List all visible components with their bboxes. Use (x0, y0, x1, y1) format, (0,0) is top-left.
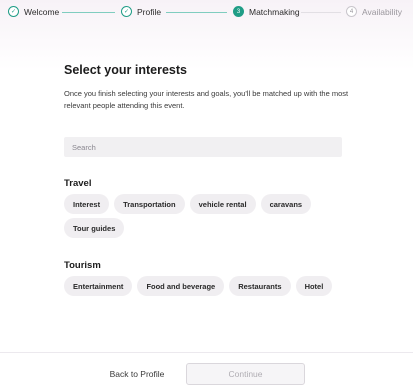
tag-chip[interactable]: Entertainment (64, 276, 133, 296)
continue-button[interactable]: Continue (186, 363, 305, 385)
step-connector (62, 12, 115, 13)
tourism-tags: Entertainment Food and beverage Restaura… (64, 276, 354, 296)
step-connector (166, 12, 227, 13)
tag-chip[interactable]: Restaurants (229, 276, 291, 296)
step-welcome[interactable]: ✓ Welcome (8, 6, 59, 17)
tag-chip[interactable]: Food and beverage (137, 276, 225, 296)
step-matchmaking[interactable]: 3 Matchmaking (233, 6, 300, 17)
check-icon: ✓ (121, 6, 132, 17)
tag-chip[interactable]: Interest (64, 194, 110, 214)
step-welcome-label: Welcome (24, 6, 60, 17)
back-to-profile-button[interactable]: Back to Profile (96, 363, 178, 385)
step-profile-label: Profile (137, 6, 162, 17)
step-matchmaking-label: Matchmaking (249, 6, 300, 17)
page-title: Select your interests (64, 63, 187, 77)
tag-chip[interactable]: vehicle rental (189, 194, 256, 214)
tag-chip[interactable]: Tour guides (64, 218, 125, 238)
search-input[interactable]: Search (64, 137, 342, 157)
tag-chip[interactable]: Transportation (114, 194, 185, 214)
tag-chip[interactable]: Hotel (295, 276, 333, 296)
progress-stepper: ✓ Welcome ✓ Profile 3 Matchmaking 4 Avai… (0, 0, 413, 26)
step-profile[interactable]: ✓ Profile (121, 6, 161, 17)
step-number-badge: 3 (233, 6, 244, 17)
step-availability[interactable]: 4 Availability (346, 6, 402, 17)
check-icon: ✓ (8, 6, 19, 17)
step-connector (301, 12, 341, 13)
travel-tags: Interest Transportation vehicle rental c… (64, 194, 354, 238)
tag-chip[interactable]: caravans (260, 194, 312, 214)
footer-bar: Back to Profile Continue (0, 352, 413, 390)
step-availability-label: Availability (362, 6, 403, 17)
section-title-tourism: Tourism (64, 260, 101, 271)
page-description: Once you finish selecting your interests… (64, 89, 349, 110)
section-title-travel: Travel (64, 178, 92, 189)
step-number-badge: 4 (346, 6, 357, 17)
